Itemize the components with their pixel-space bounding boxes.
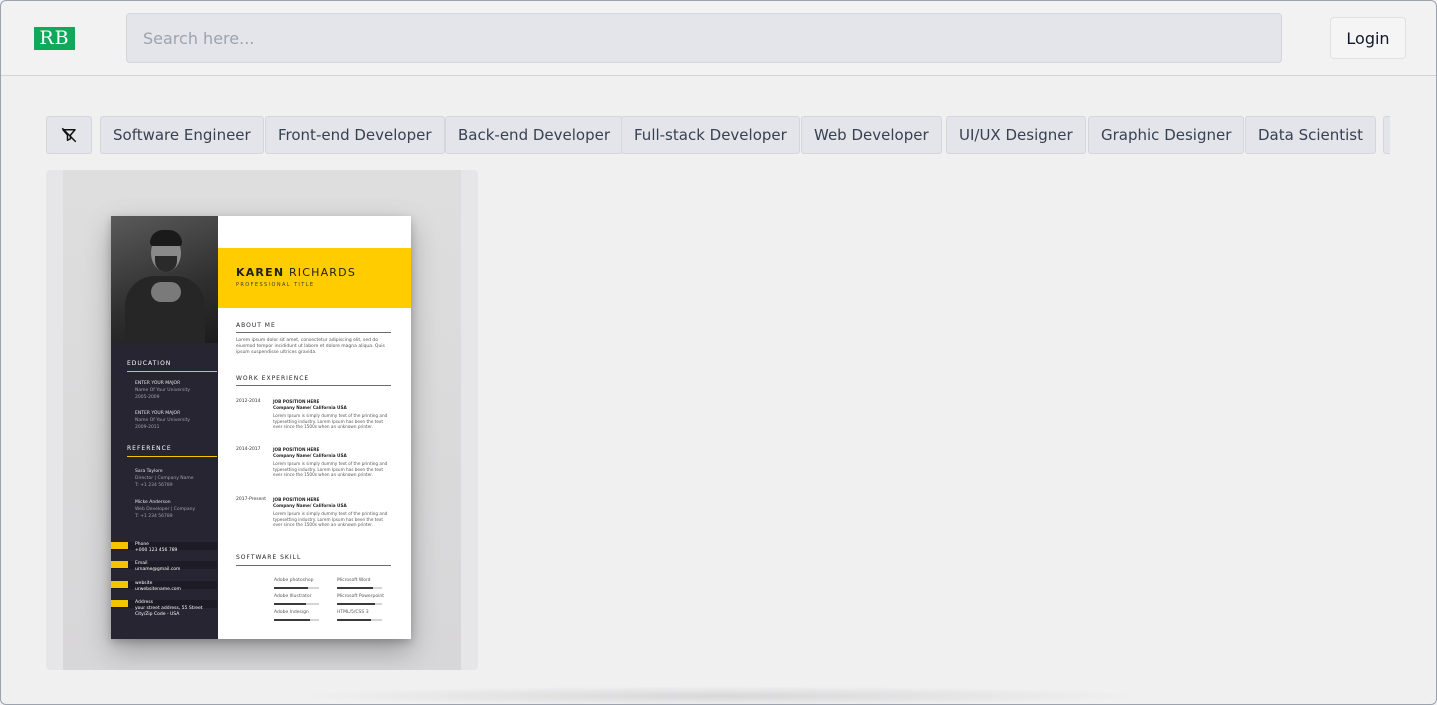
filter-off-icon bbox=[61, 127, 77, 143]
category-chip-overflow[interactable] bbox=[1383, 116, 1390, 154]
category-chip-data-scientist[interactable]: Data Scientist bbox=[1245, 116, 1376, 154]
template-thumbnail: EDUCATION ENTER YOUR MAJOR Name Of Your … bbox=[63, 170, 461, 670]
work-years: 2014-2017 bbox=[236, 447, 261, 452]
skill-name: Adobe photoshop bbox=[274, 578, 314, 583]
skill-bar bbox=[337, 619, 382, 621]
reference-item: Sara Taylore Director | Company Name T: … bbox=[135, 469, 194, 488]
skill-name: Microsoft Powerpoint bbox=[337, 594, 384, 599]
resume-professional-title: PROFESSIONAL TITLE bbox=[236, 282, 315, 288]
scroll-shadow bbox=[290, 686, 1150, 705]
category-filter-bar: Software Engineer Front-end Developer Ba… bbox=[46, 116, 1390, 154]
category-chip-front-end-developer[interactable]: Front-end Developer bbox=[265, 116, 445, 154]
work-entry: JOB POSITION HERE Company Name/ Californ… bbox=[273, 399, 388, 429]
skill-bar bbox=[337, 587, 382, 589]
login-button[interactable]: Login bbox=[1330, 17, 1406, 59]
resume-name: KAREN RICHARDS bbox=[236, 266, 356, 279]
about-heading: ABOUT ME bbox=[236, 322, 276, 329]
reference-heading: REFERENCE bbox=[127, 445, 172, 452]
resume-preview: EDUCATION ENTER YOUR MAJOR Name Of Your … bbox=[111, 216, 411, 639]
skill-bar bbox=[337, 603, 382, 605]
work-years: 2012-2014 bbox=[236, 399, 261, 404]
skill-bar bbox=[274, 603, 319, 605]
skill-bar bbox=[274, 619, 319, 621]
skill-name: Microsoft Word bbox=[337, 578, 371, 583]
reference-item: Micke Anderson Web Developer | Company T… bbox=[135, 500, 196, 519]
category-chip-ui-ux-designer[interactable]: UI/UX Designer bbox=[946, 116, 1086, 154]
contact-email: Email urname@gmail.com bbox=[135, 561, 181, 572]
resume-name-banner: KAREN RICHARDS PROFESSIONAL TITLE bbox=[218, 248, 411, 308]
skill-name: HTML/5/CSS 3 bbox=[337, 610, 369, 615]
category-chip-graphic-designer[interactable]: Graphic Designer bbox=[1088, 116, 1245, 154]
work-entry: JOB POSITION HERE Company Name/ Californ… bbox=[273, 447, 388, 477]
education-heading: EDUCATION bbox=[127, 360, 172, 367]
skills-heading: SOFTWARE SKILL bbox=[236, 554, 302, 561]
logo[interactable]: RB bbox=[34, 27, 75, 50]
education-item: ENTER YOUR MAJOR Name Of Your University… bbox=[135, 381, 190, 400]
category-chip-back-end-developer[interactable]: Back-end Developer bbox=[445, 116, 623, 154]
work-entry: JOB POSITION HERE Company Name/ Californ… bbox=[273, 497, 388, 527]
contact-website: website urwebsitename.com bbox=[135, 581, 181, 592]
education-item: ENTER YOUR MAJOR Name Of Your University… bbox=[135, 411, 190, 430]
resume-sidebar: EDUCATION ENTER YOUR MAJOR Name Of Your … bbox=[111, 216, 218, 639]
skill-bar bbox=[274, 587, 319, 589]
skill-name: Adobe Illustrator bbox=[274, 594, 312, 599]
contact-phone: Phone +000 123 456 789 bbox=[135, 542, 178, 553]
category-chip-web-developer[interactable]: Web Developer bbox=[801, 116, 942, 154]
contact-address: Address your street address, 55 Street C… bbox=[135, 600, 203, 617]
clear-filter-button[interactable] bbox=[46, 116, 92, 154]
about-text: Lorem ipsum dolor sit amet, consectetur … bbox=[236, 338, 385, 355]
profile-photo bbox=[111, 216, 218, 343]
search-input[interactable] bbox=[126, 13, 1282, 63]
work-years: 2017-Present bbox=[236, 497, 266, 502]
template-card[interactable]: EDUCATION ENTER YOUR MAJOR Name Of Your … bbox=[46, 170, 478, 670]
category-chip-software-engineer[interactable]: Software Engineer bbox=[100, 116, 264, 154]
skill-name: Adobe Indesign bbox=[274, 610, 309, 615]
work-heading: WORK EXPERIENCE bbox=[236, 375, 310, 382]
category-chip-full-stack-developer[interactable]: Full-stack Developer bbox=[621, 116, 800, 154]
top-bar: RB Login bbox=[0, 0, 1437, 76]
